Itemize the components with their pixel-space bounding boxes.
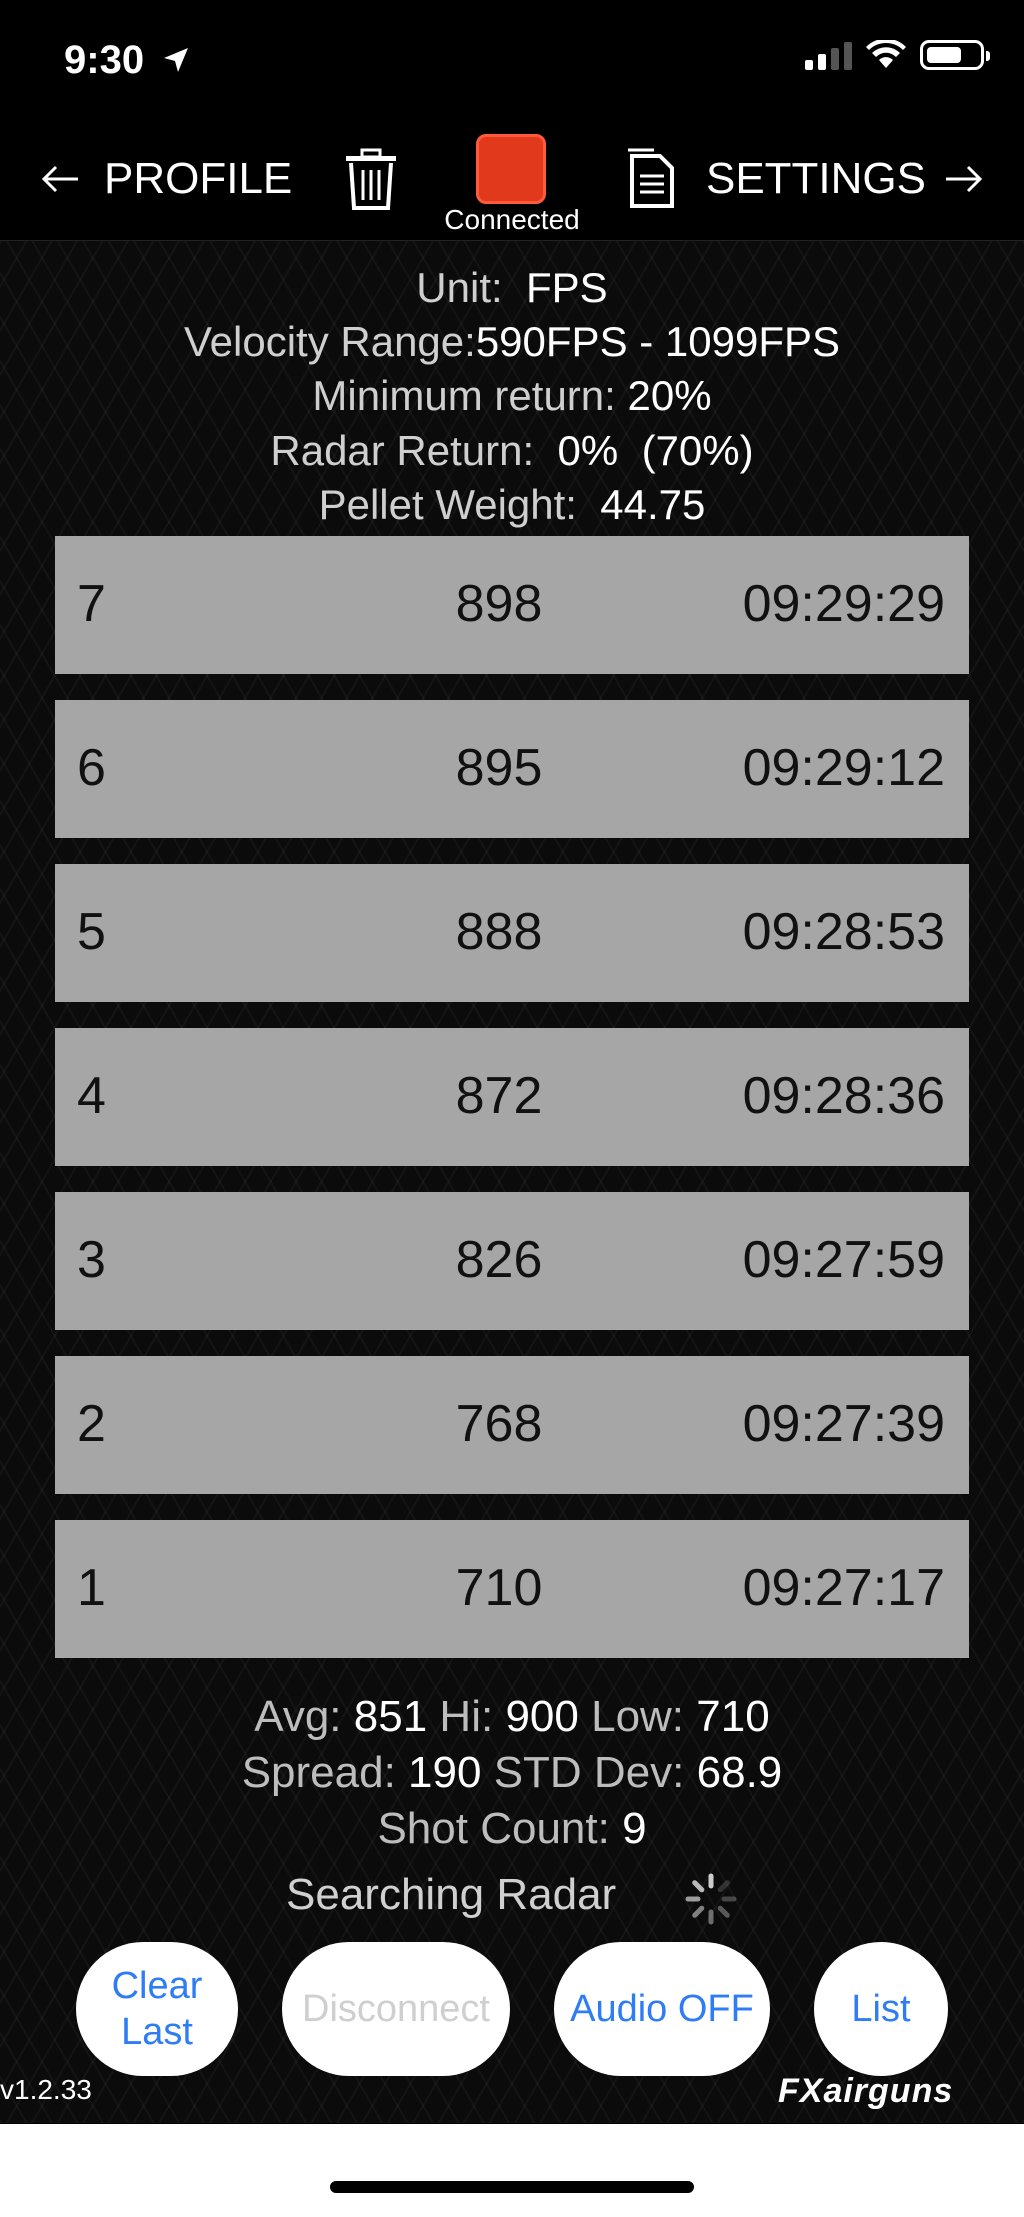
list-label: List xyxy=(851,1988,911,2030)
arrow-left-icon xyxy=(41,165,78,193)
settings-forward-button[interactable]: SETTINGS xyxy=(706,154,984,204)
stats-line-1: Avg: 851 Hi: 900 Low: 710 xyxy=(0,1692,1024,1742)
searching-radar-status: Searching Radar xyxy=(286,1870,617,1919)
velocity-range-label: Velocity Range: xyxy=(183,318,476,365)
unit-label: Unit: xyxy=(416,264,503,311)
shot-velocity: 888 xyxy=(455,903,543,961)
radar-device-icon[interactable] xyxy=(476,134,546,204)
wifi-icon xyxy=(866,40,906,68)
disconnect-label: Disconnect xyxy=(302,1988,490,2030)
clear-last-button[interactable]: Clear Last xyxy=(76,1942,238,2076)
shot-row[interactable]: 5 888 09:28:53 xyxy=(55,864,969,1002)
arrow-right-icon xyxy=(946,165,983,193)
pellet-weight-value: 44.75 xyxy=(600,481,706,528)
shot-number: 5 xyxy=(77,903,106,961)
clear-last-label-line1: Clear xyxy=(111,1965,203,2007)
shot-velocity: 710 xyxy=(455,1559,543,1617)
disconnect-button[interactable]: Disconnect xyxy=(282,1942,510,2076)
avg-label: Avg: xyxy=(254,1692,342,1741)
version-label: v1.2.33 xyxy=(0,2074,92,2105)
std-dev-label: STD Dev: xyxy=(493,1748,685,1797)
cellular-signal-icon xyxy=(805,40,852,70)
nav-bar: PROFILE Connected SETTINGS xyxy=(0,130,1024,241)
spread-value: 190 xyxy=(408,1748,482,1797)
shot-time: 09:29:12 xyxy=(742,739,945,797)
stats-line-3: Shot Count: 9 xyxy=(0,1804,1024,1854)
home-indicator[interactable] xyxy=(330,2181,694,2193)
shot-velocity: 895 xyxy=(455,739,543,797)
radar-return-label: Radar Return: xyxy=(270,427,535,474)
battery-icon xyxy=(920,40,990,70)
location-arrow-icon xyxy=(164,48,188,72)
low-label: Low: xyxy=(591,1692,685,1741)
hi-label: Hi: xyxy=(439,1692,494,1741)
shot-velocity: 898 xyxy=(455,575,543,633)
status-indicators xyxy=(805,40,990,70)
shot-time: 09:28:36 xyxy=(742,1067,945,1125)
shot-row[interactable]: 4 872 09:28:36 xyxy=(55,1028,969,1166)
spread-label: Spread: xyxy=(241,1748,396,1797)
hi-value: 900 xyxy=(505,1692,579,1741)
low-value: 710 xyxy=(696,1692,770,1741)
radar-return-secondary: (70%) xyxy=(641,427,754,474)
profile-label: PROFILE xyxy=(104,154,293,203)
audio-label: Audio OFF xyxy=(570,1988,754,2030)
avg-value: 851 xyxy=(353,1692,428,1741)
shot-count-label: Shot Count: xyxy=(377,1804,610,1853)
shot-velocity: 872 xyxy=(455,1067,543,1125)
radar-return-line: Radar Return: 0% (70%) xyxy=(0,427,1024,475)
velocity-range-line: Velocity Range:590FPS - 1099FPS xyxy=(0,318,1024,366)
shot-row[interactable]: 6 895 09:29:12 xyxy=(55,700,969,838)
shot-time: 09:29:29 xyxy=(742,575,945,633)
status-time: 9:30 xyxy=(64,38,145,82)
shot-count-value: 9 xyxy=(622,1804,647,1853)
document-icon[interactable] xyxy=(626,148,678,212)
shot-number: 6 xyxy=(77,739,106,797)
shot-velocity: 768 xyxy=(455,1395,543,1453)
shot-row[interactable]: 3 826 09:27:59 xyxy=(55,1192,969,1330)
profile-back-button[interactable]: PROFILE xyxy=(40,154,292,204)
unit-line: Unit: FPS xyxy=(0,264,1024,312)
brand-logo: FXairguns xyxy=(778,2072,954,2110)
shot-time: 09:27:59 xyxy=(742,1231,945,1289)
shot-row[interactable]: 1 710 09:27:17 xyxy=(55,1520,969,1658)
radar-return-value: 0% xyxy=(557,427,619,474)
status-bar: 9:30 xyxy=(0,0,1024,130)
unit-value: FPS xyxy=(526,264,608,311)
device-status-label: Connected xyxy=(444,204,580,235)
home-area xyxy=(0,2124,1024,2217)
shot-velocity: 826 xyxy=(455,1231,543,1289)
pellet-weight-label: Pellet Weight: xyxy=(318,481,577,528)
shot-row[interactable]: 2 768 09:27:39 xyxy=(55,1356,969,1494)
audio-toggle-button[interactable]: Audio OFF xyxy=(554,1942,770,2076)
shot-number: 4 xyxy=(77,1067,106,1125)
pellet-weight-line: Pellet Weight: 44.75 xyxy=(0,481,1024,529)
shot-number: 3 xyxy=(77,1231,106,1289)
loading-spinner-icon xyxy=(685,1873,737,1925)
std-dev-value: 68.9 xyxy=(696,1748,783,1797)
clear-last-label-line2: Last xyxy=(121,2011,193,2053)
shot-number: 2 xyxy=(77,1395,106,1453)
minimum-return-label: Minimum return: xyxy=(312,372,616,419)
velocity-range-value: 590FPS - 1099FPS xyxy=(475,318,841,365)
stats-line-2: Spread: 190 STD Dev: 68.9 xyxy=(0,1748,1024,1798)
shot-number: 7 xyxy=(77,575,106,633)
shot-time: 09:27:17 xyxy=(742,1559,945,1617)
minimum-return-value: 20% xyxy=(627,372,712,419)
shot-row[interactable]: 7 898 09:29:29 xyxy=(55,536,969,674)
shot-time: 09:27:39 xyxy=(742,1395,945,1453)
shot-number: 1 xyxy=(77,1559,106,1617)
list-button[interactable]: List xyxy=(814,1942,948,2076)
shot-time: 09:28:53 xyxy=(742,903,945,961)
minimum-return-line: Minimum return: 20% xyxy=(0,372,1024,420)
trash-icon[interactable] xyxy=(344,148,398,212)
settings-label: SETTINGS xyxy=(705,154,926,203)
